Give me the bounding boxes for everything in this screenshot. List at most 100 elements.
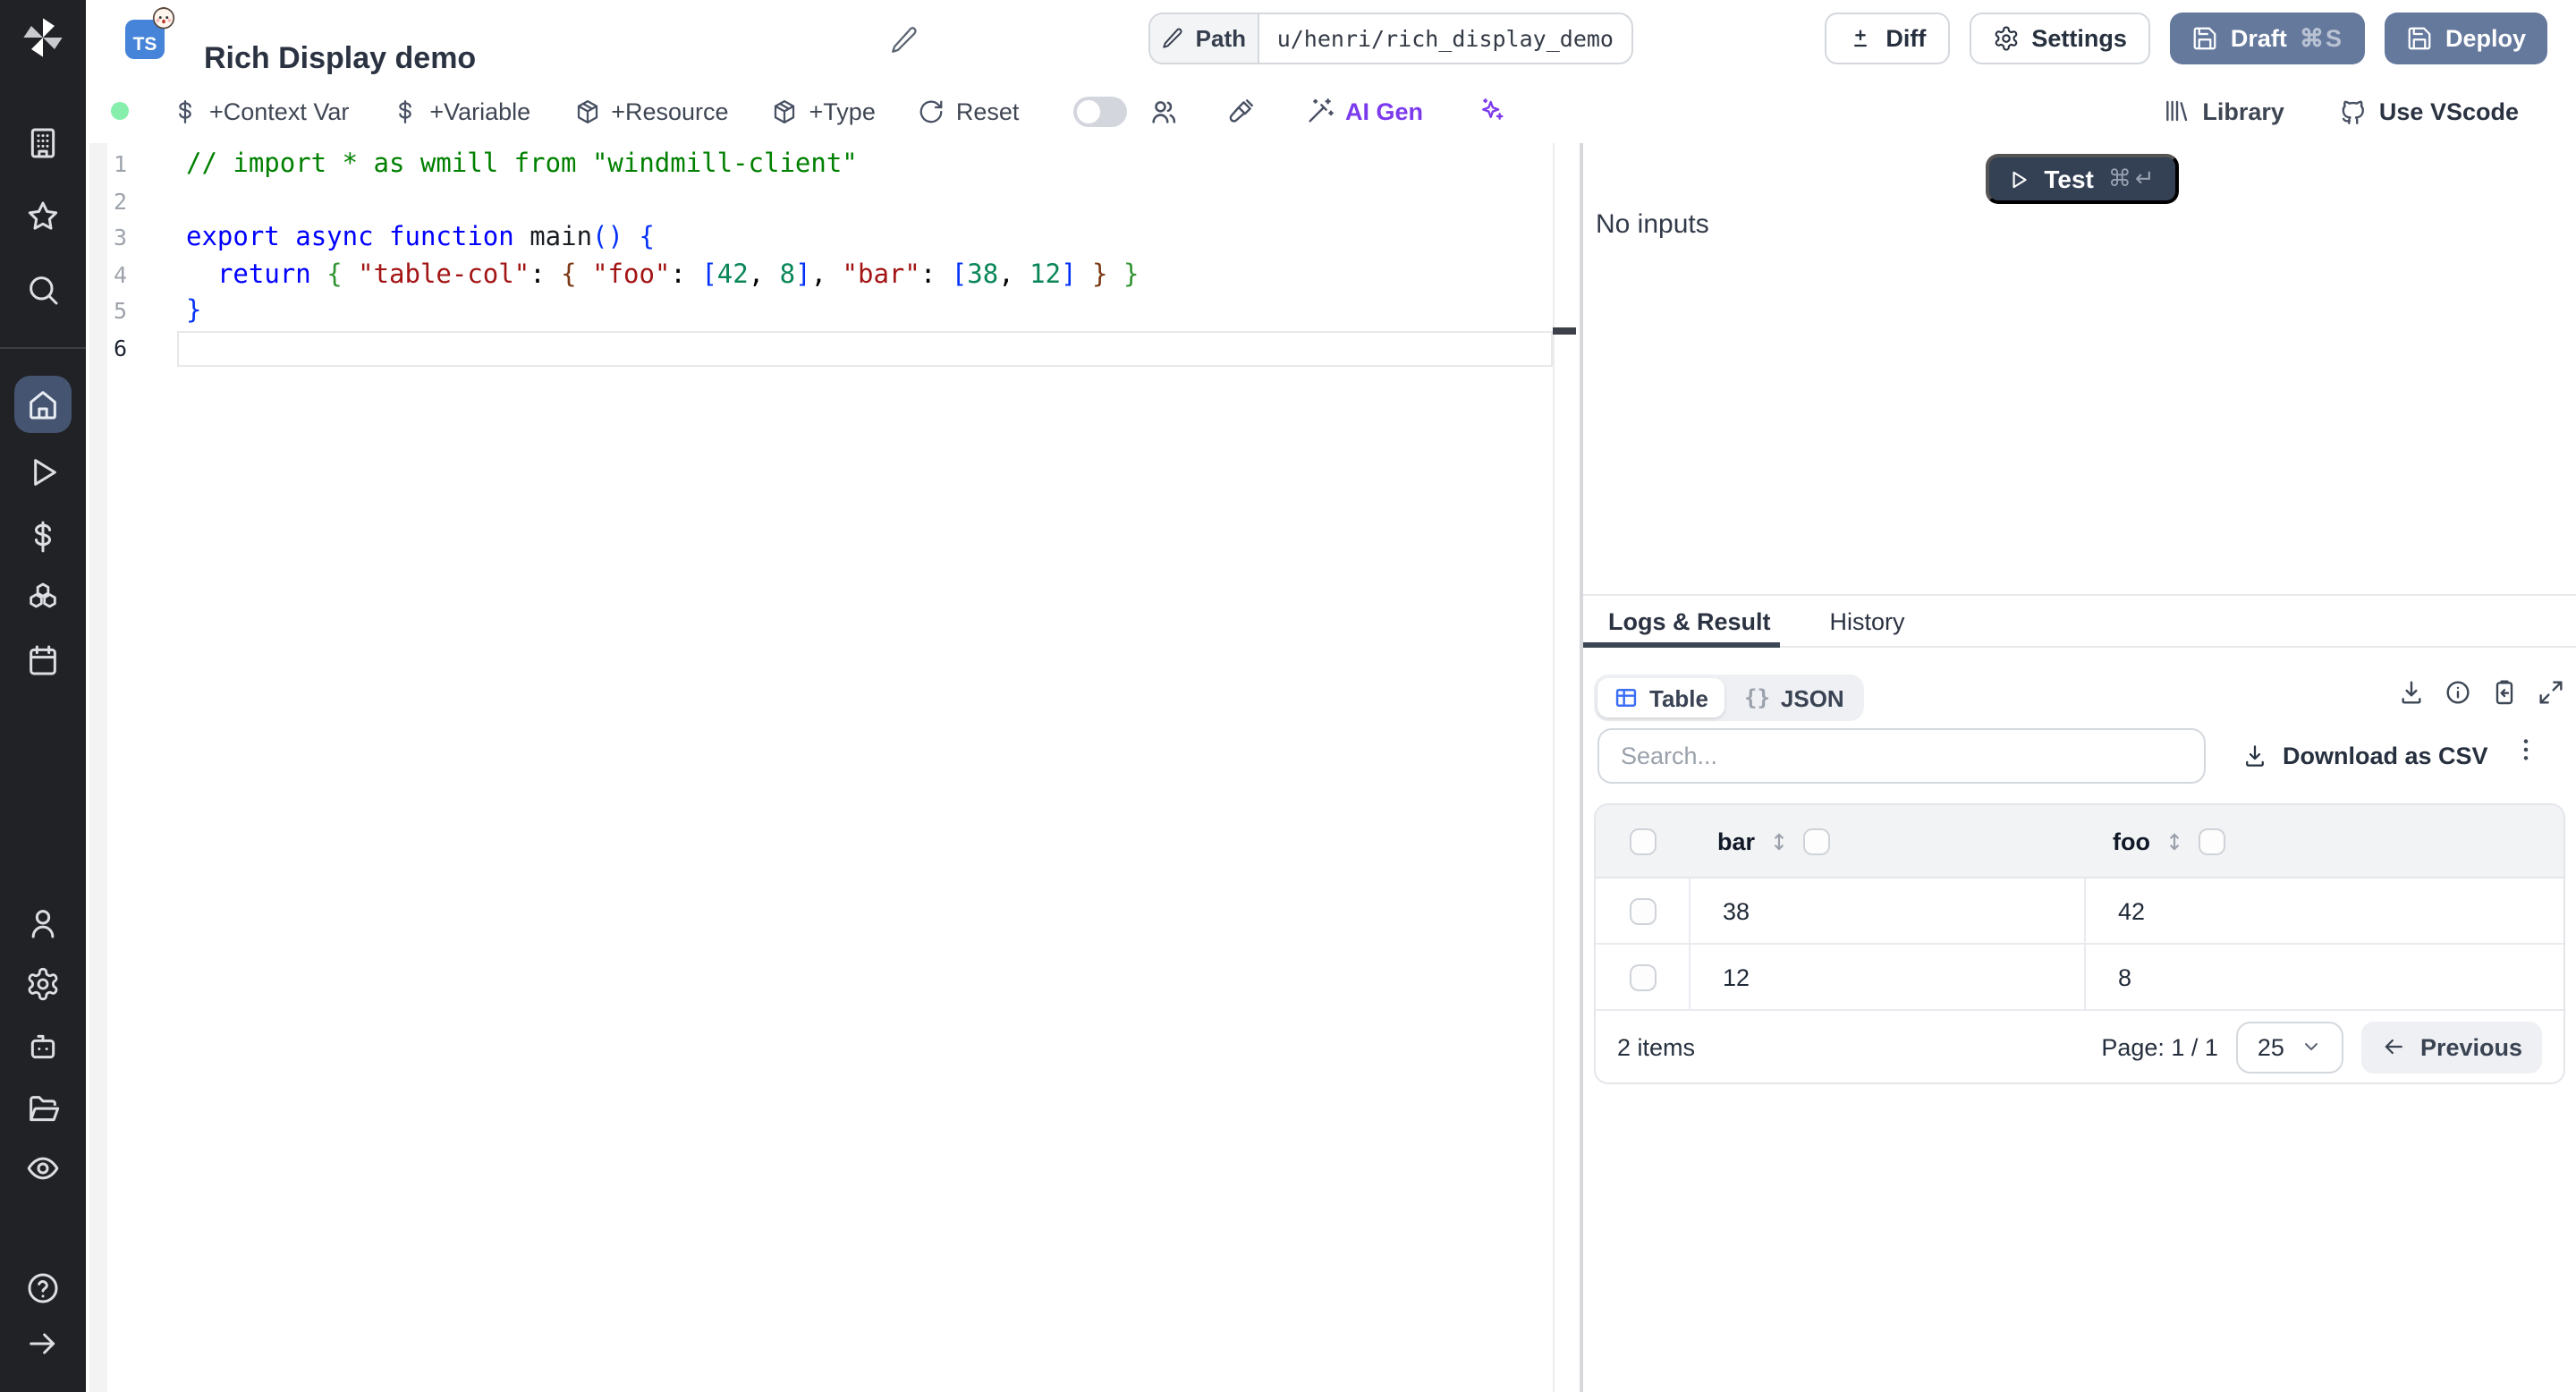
code-line[interactable]: export async function main() { (186, 220, 1546, 257)
add-resource-label: +Resource (611, 98, 729, 124)
reset-label: Reset (955, 98, 1020, 124)
code-line[interactable] (186, 330, 1546, 367)
code-editor[interactable]: 1 2 3 4 5 6 // import * as wmill from "windmi… (86, 143, 1581, 1392)
view-json-label: JSON (1780, 684, 1844, 711)
windmill-logo-icon[interactable] (20, 14, 66, 61)
windmill-script-editor: TS Rich Display demo Path u/henri/rich_d… (0, 0, 2576, 1392)
resources-boxes-icon[interactable] (25, 580, 61, 615)
schedules-calendar-icon[interactable] (25, 642, 61, 678)
help-icon[interactable] (25, 1270, 61, 1306)
audit-eye-icon[interactable] (25, 1150, 61, 1186)
draft-button[interactable]: Draft ⌘S (2169, 13, 2365, 64)
package-icon (772, 98, 799, 124)
settings-gear-icon[interactable] (25, 966, 61, 1002)
items-count: 2 items (1617, 1033, 1696, 1060)
editor-toolbar: +Context Var +Variable +Resource +Type R… (86, 79, 2576, 145)
add-context-var-label: +Context Var (209, 98, 350, 124)
table-options-kebab-icon[interactable] (2512, 735, 2540, 764)
deploy-button[interactable]: Deploy (2384, 13, 2547, 64)
arrow-left-icon (2381, 1034, 2406, 1059)
download-csv-label: Download as CSV (2283, 743, 2488, 769)
previous-page-button[interactable]: Previous (2360, 1021, 2542, 1073)
column-foo-checkbox[interactable] (2199, 828, 2225, 854)
code-line[interactable] (186, 183, 1546, 220)
workers-bot-icon[interactable] (25, 1029, 61, 1065)
column-bar-checkbox[interactable] (1803, 828, 1831, 854)
add-type-label: +Type (809, 98, 876, 124)
table-header-row: bar foo (1596, 805, 2563, 878)
download-result-icon[interactable] (2397, 678, 2426, 707)
dollar-icon (172, 98, 199, 124)
info-icon[interactable] (2444, 678, 2472, 707)
ai-gen-button[interactable]: AI Gen (1306, 97, 1423, 125)
diff-plus-minus-icon (1848, 26, 1873, 51)
view-table-option[interactable]: Table (1597, 678, 1724, 717)
chevron-down-icon (2301, 1036, 2322, 1057)
variables-dollar-icon[interactable] (25, 519, 61, 555)
ai-gen-label: AI Gen (1345, 98, 1424, 124)
expand-result-icon[interactable] (2537, 678, 2565, 707)
use-vscode-button[interactable]: Use VScode (2338, 96, 2519, 126)
add-variable-label: +Variable (429, 98, 531, 124)
add-context-var-button[interactable]: +Context Var (172, 98, 349, 124)
code-line[interactable]: } (186, 293, 1546, 330)
tab-logs-result[interactable]: Logs & Result (1608, 607, 1771, 634)
path-label: Path (1195, 25, 1246, 52)
user-icon[interactable] (25, 905, 61, 941)
library-button[interactable]: Library (2163, 97, 2284, 125)
folders-icon[interactable] (25, 1091, 61, 1127)
download-icon (2241, 743, 2268, 769)
line-number: 4 (113, 260, 127, 287)
add-resource-button[interactable]: +Resource (573, 98, 729, 124)
line-number: 3 (113, 224, 127, 250)
users-icon[interactable] (1148, 96, 1179, 126)
header-bar: TS Rich Display demo Path u/henri/rich_d… (86, 0, 2576, 81)
runs-play-icon[interactable] (25, 454, 61, 490)
workspace-building-icon[interactable] (25, 125, 61, 161)
page-size-select[interactable]: 25 (2235, 1021, 2343, 1073)
code-line[interactable]: return { "table-col": { "foo": [42, 8], … (186, 257, 1546, 293)
favorites-star-icon[interactable] (25, 199, 61, 234)
sort-updown-icon[interactable] (1767, 829, 1791, 853)
draft-shortcut: ⌘S (2299, 24, 2343, 51)
sparkles-icon[interactable] (1477, 97, 1505, 125)
add-variable-button[interactable]: +Variable (392, 98, 530, 124)
select-all-checkbox[interactable] (1629, 828, 1656, 854)
home-icon (25, 386, 61, 422)
diff-button[interactable]: Diff (1825, 13, 1950, 64)
copy-to-clipboard-icon[interactable] (2490, 678, 2519, 707)
add-type-button[interactable]: +Type (772, 98, 876, 124)
editor-code[interactable]: // import * as wmill from "windmill-clie… (186, 147, 1546, 367)
collab-toggle[interactable] (1073, 96, 1127, 126)
column-header-foo: foo (2113, 828, 2150, 854)
path-value: u/henri/rich_display_demo (1276, 25, 1614, 52)
view-json-option[interactable]: {} JSON (1728, 678, 1860, 717)
path-button[interactable]: Path u/henri/rich_display_demo (1148, 13, 1633, 64)
sidebar (0, 0, 86, 1392)
save-icon (2191, 25, 2218, 52)
table-cell: 38 (1690, 878, 2086, 943)
row-checkbox[interactable] (1629, 963, 1656, 990)
sidebar-divider (0, 347, 86, 349)
library-icon (2163, 97, 2191, 125)
search-icon[interactable] (25, 272, 61, 308)
table-cell: 42 (2118, 897, 2146, 924)
format-paintbrush-icon[interactable] (1225, 96, 1256, 126)
test-button[interactable]: Test ⌘↵ (1986, 154, 2179, 204)
edit-title-pencil-icon[interactable] (884, 20, 923, 59)
sidebar-item-home[interactable] (14, 376, 72, 433)
package-icon (573, 98, 600, 124)
reset-button[interactable]: Reset (919, 98, 1020, 124)
row-checkbox[interactable] (1629, 897, 1656, 924)
result-tabs: Logs & Result History (1583, 596, 2576, 648)
settings-button[interactable]: Settings (1969, 13, 2150, 64)
search-input[interactable] (1597, 728, 2206, 784)
table-rows: 38 42 12 8 (1596, 878, 2563, 1011)
code-line[interactable]: // import * as wmill from "windmill-clie… (186, 147, 1546, 183)
download-csv-button[interactable]: Download as CSV (2241, 728, 2488, 784)
column-header-bar: bar (1717, 828, 1756, 854)
expand-sidebar-arrow-icon[interactable] (25, 1326, 61, 1362)
line-number: 1 (113, 150, 127, 177)
tab-history[interactable]: History (1830, 607, 1905, 634)
sort-updown-icon[interactable] (2163, 829, 2186, 853)
